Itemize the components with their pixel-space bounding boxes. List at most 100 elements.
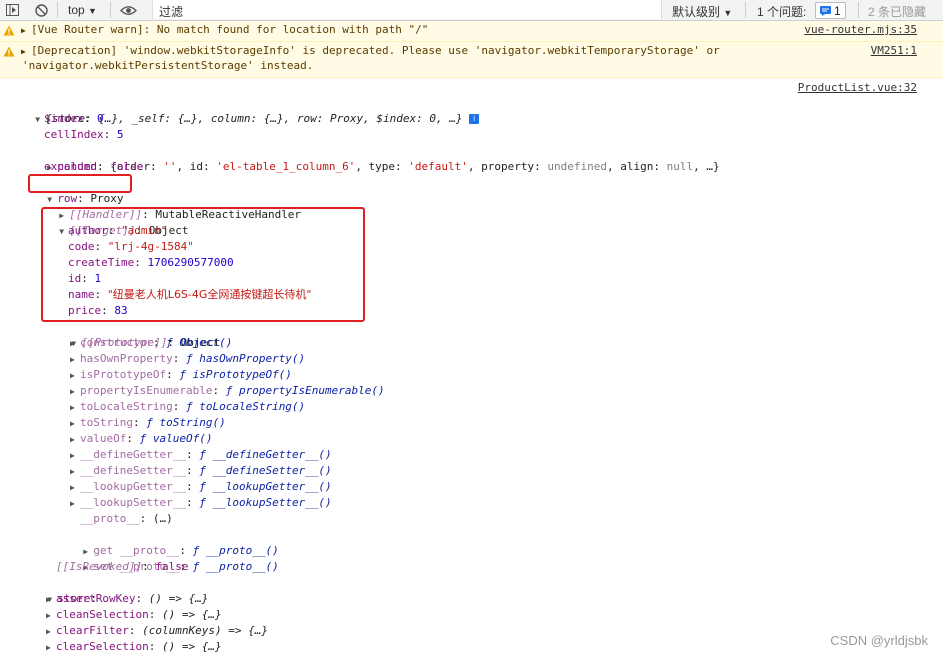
log-levels-label: 默认级别 [672,5,721,19]
method-key: cleanSelection [56,608,149,621]
source-link[interactable]: ProductList.vue:32 [798,81,917,94]
method-signature: toString() [159,416,226,429]
root-preview: {store: {…}, _self: {…}, column: {…}, ro… [45,112,463,125]
chevron-down-icon: ▼ [88,6,97,16]
store-method[interactable]: ▶ cleanSelection: () => {…} [46,607,222,623]
console-toolbar: top ▼ 过滤 默认级别 ▼ 1 个问题: 1 2 条已隐藏 [0,0,943,21]
store-method[interactable]: ▶ assertRowKey: () => {…} [46,591,208,607]
expand-triangle-icon[interactable]: ▶ [70,480,80,496]
prototype-method[interactable]: ▶ __lookupGetter__: ƒ __lookupGetter__() [70,479,332,495]
warning-icon [3,25,15,39]
prototype-method[interactable]: ▶ toString: ƒ toString() [70,415,226,431]
method-signature: propertyIsEnumerable() [238,384,385,397]
method-signature: () => {…} [161,608,222,621]
store-method[interactable]: ▶ clearSelection: () => {…} [46,639,222,655]
prototype-method[interactable]: ▶ __defineGetter__: ƒ __defineGetter__() [70,447,332,463]
prop-column[interactable]: ▶ column: {order: '', id: 'el-table_1_col… [34,143,719,173]
expand-triangle-icon[interactable]: ▶ [70,384,80,400]
method-signature: isPrototypeOf() [192,368,292,381]
expand-triangle-icon[interactable]: ▶ [70,352,80,368]
warning-message: ▶ [Vue Router warn]: No match found for … [0,21,943,42]
prop-set-proto[interactable]: ▶ set __proto__: ƒ __proto__() [70,543,278,573]
method-key: assertRowKey [56,592,136,605]
method-signature: __defineGetter__() [212,448,332,461]
expand-triangle-icon[interactable]: ▶ [21,47,31,56]
method-key: clearSelection [56,640,149,653]
prototype-method[interactable]: ▶ __lookupSetter__: ƒ __lookupSetter__() [70,495,332,511]
expand-triangle-icon[interactable]: ▶ [70,448,80,464]
method-key: valueOf [80,432,127,445]
hidden-count: 2 条已隐藏 [868,5,927,19]
log-levels-dropdown[interactable]: 默认级别 ▼ [672,3,732,20]
prop-store[interactable]: ▼ store: [34,575,97,605]
prop-get-proto[interactable]: ▶ get __proto__: ƒ __proto__() [70,527,278,557]
expand-triangle-icon[interactable]: ▶ [70,400,80,416]
method-key: __defineGetter__ [80,448,186,461]
expand-triangle-icon[interactable]: ▶ [70,496,80,512]
prototype-method[interactable]: ▶ hasOwnProperty: ƒ hasOwnProperty() [70,351,305,367]
method-key: constructor [80,336,153,349]
expand-triangle-icon[interactable]: ▶ [21,26,31,35]
prototype-method[interactable]: ▶ constructor: ƒ Object() [70,335,232,351]
filter-placeholder: 过滤 [159,5,184,19]
prop-isrevoked: [[IsRevoked]]: false [56,560,189,573]
store-method[interactable]: ▶ clearFilter: (columnKeys) => {…} [46,623,268,639]
method-signature: () => {…} [148,592,209,605]
method-signature: hasOwnProperty() [199,352,306,365]
prototype-method[interactable]: ▶ toLocaleString: ƒ toLocaleString() [70,399,305,415]
method-signature: __defineSetter__() [212,464,332,477]
source-link[interactable]: vue-router.mjs:35 [804,23,917,36]
prototype-method[interactable]: ▶ __defineSetter__: ƒ __defineSetter__() [70,463,332,479]
prototype-method[interactable]: ▶ isPrototypeOf: ƒ isPrototypeOf() [70,367,292,383]
method-key: __lookupGetter__ [80,480,186,493]
warning-message: ▶ [Deprecation] 'window.webkitStorageInf… [0,42,943,78]
method-key: __lookupSetter__ [80,496,186,509]
method-key: hasOwnProperty [80,352,173,365]
expand-triangle-icon[interactable]: ▶ [70,368,80,384]
method-key: clearFilter [56,624,129,637]
prototype-method[interactable]: ▶ propertyIsEnumerable: ƒ propertyIsEnume… [70,383,385,399]
prop-proto: __proto__: (…) [80,512,173,525]
source-link[interactable]: VM251:1 [871,44,917,57]
sidebar-toggle-icon[interactable] [4,1,20,19]
method-signature: toLocaleString() [199,400,306,413]
expand-triangle-icon[interactable]: ▶ [46,640,56,656]
method-key: __defineSetter__ [80,464,186,477]
method-signature: __lookupGetter__() [212,480,332,493]
prop-expanded: expanded: false [44,160,144,173]
warning-text: [Deprecation] 'window.webkitStorageInfo'… [31,44,720,58]
expand-triangle-icon[interactable]: ▶ [70,336,80,352]
expand-triangle-icon[interactable]: ▶ [46,608,56,624]
expand-triangle-icon[interactable]: ▶ [46,624,56,640]
deprecation-line-2: 'navigator.webkitPersistentStorage' inst… [22,59,314,72]
prototype-method[interactable]: ▶ valueOf: ƒ valueOf() [70,431,212,447]
tree-root[interactable]: ▼ {store: {…}, _self: {…}, column: {…}, r… [22,95,480,125]
eye-icon[interactable] [118,1,138,19]
warning-icon [3,46,15,60]
method-signature: (columnKeys) => {…} [142,624,268,637]
method-key: isPrototypeOf [80,368,167,381]
expand-triangle-icon[interactable]: ▶ [70,464,80,480]
context-selector[interactable]: top ▼ [68,3,97,17]
filter-input[interactable]: 过滤 [152,0,662,19]
issues-button[interactable]: 1 [815,2,846,19]
prop-cellindex: cellIndex: 5 [44,128,124,141]
row-highlight-box [28,174,132,193]
method-signature: __lookupSetter__() [212,496,332,509]
expand-triangle-icon[interactable]: ▶ [46,592,56,608]
message-icon [820,5,831,16]
method-key: toLocaleString [80,400,173,413]
chevron-down-icon: ▼ [723,8,733,18]
clear-console-icon[interactable] [33,1,49,19]
method-key: toString [80,416,133,429]
method-signature: () => {…} [161,640,222,653]
warning-text: [Vue Router warn]: No match found for lo… [31,23,429,36]
prop-handler[interactable]: ▶ [[Handler]]: MutableReactiveHandler [46,191,301,221]
expand-triangle-icon[interactable]: ▶ [70,416,80,432]
issues-label: 1 个问题: [757,5,807,19]
deprecation-line-1: [Deprecation] 'window.webkitStorageInfo'… [31,44,720,57]
info-icon: i [469,114,480,124]
watermark: CSDN @yrldjsbk [830,633,928,648]
method-signature: valueOf() [152,432,213,445]
expand-triangle-icon[interactable]: ▶ [70,432,80,448]
